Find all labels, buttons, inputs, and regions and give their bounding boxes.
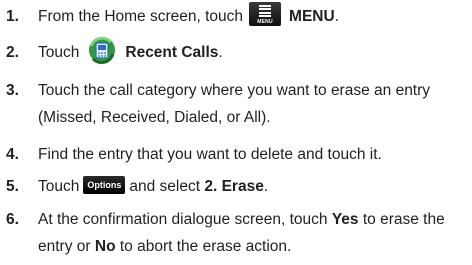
step-text: At the confirmation dialogue screen, tou… xyxy=(38,211,445,255)
step-number: 6. xyxy=(6,211,19,228)
options-icon: Options xyxy=(83,176,126,195)
instruction-steps: 1. From the Home screen, touch MENU MENU. … xyxy=(0,0,472,265)
step-text: Find the entry that you want to delete a… xyxy=(38,146,382,163)
step-number: 3. xyxy=(6,82,19,99)
step-text: Touch Recent Calls. xyxy=(38,36,468,66)
step-number: 2. xyxy=(6,44,19,61)
step-number: 4. xyxy=(6,146,19,163)
step-number: 5. xyxy=(6,178,19,195)
step-number: 1. xyxy=(6,8,19,25)
step-text: From the Home screen, touch MENU MENU. xyxy=(38,1,468,30)
menu-icon: MENU xyxy=(249,1,282,26)
step-text: Touch Options and select 2. Erase. xyxy=(38,176,269,195)
recent-calls-icon xyxy=(89,36,116,64)
step-text: Touch the call category where you want t… xyxy=(38,82,431,126)
